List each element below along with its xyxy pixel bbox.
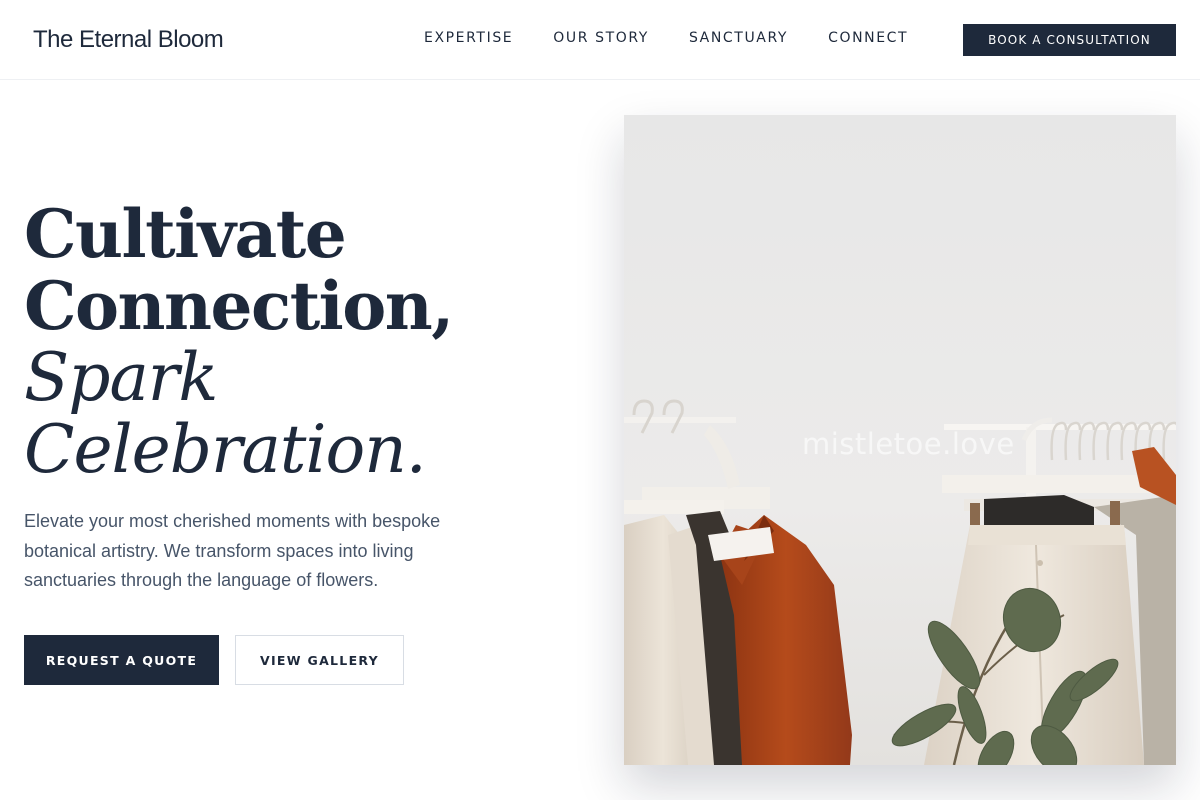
- hero-description: Elevate your most cherished moments with…: [24, 511, 441, 590]
- nav-link-expertise[interactable]: EXPERTISE: [424, 28, 513, 48]
- nav-link-our-story[interactable]: OUR STORY: [553, 28, 649, 48]
- site-header: The Eternal Bloom EXPERTISE OUR STORY SA…: [0, 0, 1200, 80]
- hero-photo: mistletoe.love: [624, 115, 1176, 765]
- nav-link-sanctuary[interactable]: SANCTUARY: [689, 28, 788, 48]
- hero-headline: Cultivate Connection, Spark Celebration.: [24, 198, 544, 486]
- view-gallery-button[interactable]: VIEW GALLERY: [235, 635, 404, 685]
- image-watermark: mistletoe.love: [802, 427, 1015, 461]
- book-consultation-button[interactable]: BOOK A CONSULTATION: [963, 24, 1176, 56]
- main-nav: EXPERTISE OUR STORY SANCTUARY CONNECT: [424, 28, 908, 48]
- nav-link-connect[interactable]: CONNECT: [828, 28, 908, 48]
- headline-line-1: Cultivate: [24, 195, 347, 273]
- brand-logo[interactable]: The Eternal Bloom: [33, 24, 224, 56]
- headline-line-2: Connection,: [24, 267, 454, 345]
- headline-line-4: Celebration.: [24, 411, 427, 488]
- headline-line-3: Spark: [24, 339, 218, 416]
- request-quote-button[interactable]: REQUEST A QUOTE: [24, 635, 219, 685]
